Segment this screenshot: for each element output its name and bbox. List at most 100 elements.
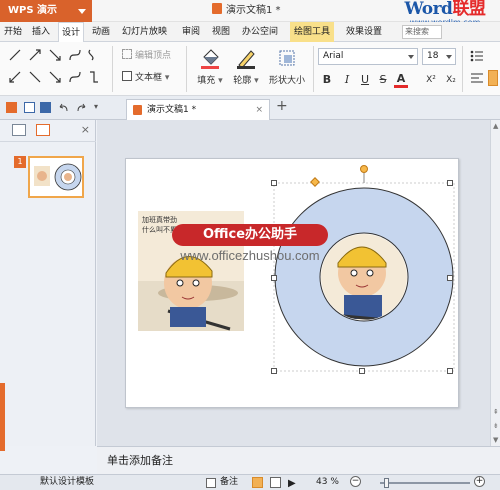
selected-ring-shape[interactable]: [272, 165, 458, 375]
align-center-button[interactable]: [488, 70, 498, 86]
slide-thumbnail-preview: [34, 163, 82, 191]
bold-button[interactable]: B: [320, 72, 334, 88]
tab-document-label: 演示文稿1 *: [147, 105, 197, 115]
menu-animation[interactable]: 动画: [92, 22, 110, 42]
save-icon[interactable]: [40, 102, 51, 113]
menu-insert[interactable]: 插入: [32, 22, 50, 42]
watermark-badge: Office办公助手: [172, 224, 328, 246]
outline-view-tab[interactable]: [12, 124, 26, 136]
slide-canvas: 加班真带劲 什么叫不累: [97, 120, 490, 446]
menu-slideshow[interactable]: 幻灯片放映: [122, 22, 167, 42]
slideshow-play-icon[interactable]: ▶: [288, 476, 296, 490]
close-icon[interactable]: ×: [81, 123, 90, 136]
font-color-button[interactable]: A: [394, 72, 408, 88]
menu-review[interactable]: 审阅: [182, 22, 200, 42]
chevron-down-icon: [446, 55, 452, 59]
resize-handle-se[interactable]: [447, 368, 453, 374]
outline-button[interactable]: 轮廓 ▾: [226, 45, 266, 93]
menu-office-space[interactable]: 办公空间: [242, 22, 278, 42]
design-template-label[interactable]: 默认设计模板: [40, 475, 94, 490]
zoom-slider-thumb[interactable]: [384, 478, 389, 488]
align-left-icon[interactable]: [470, 72, 484, 84]
open-folder-icon[interactable]: [24, 102, 35, 113]
notes-icon: [206, 478, 216, 488]
ribbon-separator: [462, 46, 463, 92]
resize-handle-sw[interactable]: [271, 368, 277, 374]
brand-lianmeng: 联盟: [452, 0, 486, 19]
next-slide-icon[interactable]: ⇟: [493, 422, 499, 430]
image-caption-line1: 加班真带劲: [142, 216, 177, 224]
brand-word: Word: [404, 0, 453, 19]
resize-handle-nw[interactable]: [271, 180, 277, 186]
scroll-up-icon[interactable]: ▲: [493, 122, 498, 130]
notes-toggle-button[interactable]: 备注: [220, 475, 238, 490]
strikethrough-button[interactable]: S: [376, 72, 390, 88]
search-input[interactable]: 来搜索: [402, 25, 442, 39]
resize-handle-e[interactable]: [447, 275, 453, 281]
normal-view-icon[interactable]: [252, 477, 263, 488]
slide-thumbnail[interactable]: [28, 156, 84, 198]
notes-area[interactable]: 单击添加备注: [97, 446, 500, 474]
pane-resize-handle[interactable]: [0, 383, 5, 451]
pane-header: ×: [0, 120, 96, 142]
underline-button[interactable]: U: [358, 72, 372, 88]
slide-sorter-icon[interactable]: [270, 477, 281, 488]
shape-size-label: 形状大小: [268, 76, 305, 86]
menu-effect-settings[interactable]: 效果设置: [346, 22, 382, 42]
shape-size-button[interactable]: 形状大小: [264, 45, 310, 93]
slide-thumbnail-pane: × 1: [0, 120, 96, 451]
new-file-icon[interactable]: [6, 102, 17, 113]
app-menu-label: WPS 演示: [8, 5, 58, 16]
pen-outline-icon: [235, 47, 257, 69]
shape-gallery[interactable]: [6, 46, 102, 90]
zoom-out-icon[interactable]: −: [350, 476, 361, 487]
zoom-in-icon[interactable]: +: [474, 476, 485, 487]
menu-view[interactable]: 视图: [212, 22, 230, 42]
redo-icon[interactable]: [76, 102, 87, 113]
vertical-scrollbar[interactable]: ▲ ⇞ ⇟ ▼: [490, 120, 500, 446]
resize-handle-w[interactable]: [271, 275, 277, 281]
fill-bucket-icon: [199, 47, 221, 69]
slide[interactable]: 加班真带劲 什么叫不累: [125, 158, 459, 408]
new-tab-button[interactable]: +: [276, 98, 288, 114]
font-name-value: Arial: [323, 51, 344, 61]
chevron-down-icon: [408, 55, 414, 59]
ribbon-separator: [112, 46, 113, 92]
zoom-slider-track[interactable]: [380, 482, 470, 484]
menu-drawing-tools[interactable]: 绘图工具: [290, 22, 335, 42]
watermark-url: www.officezhushou.com: [180, 248, 320, 263]
shape-gallery-icons: [9, 49, 98, 83]
bullet-list-icon[interactable]: [470, 50, 484, 62]
close-icon[interactable]: ×: [255, 100, 263, 120]
menu-start[interactable]: 开始: [4, 22, 22, 42]
resize-handle-ne[interactable]: [447, 180, 453, 186]
chevron-down-icon[interactable]: ▾: [94, 102, 105, 113]
app-menu-button[interactable]: WPS 演示: [0, 0, 92, 22]
subscript-button[interactable]: X₂: [442, 72, 460, 88]
ribbon-separator: [313, 46, 314, 92]
chevron-down-icon: [78, 9, 86, 14]
resize-handle-s[interactable]: [359, 368, 365, 374]
menu-bar: 开始 插入 设计 动画 幻灯片放映 审阅 视图 办公空间 绘图工具 效果设置 来…: [0, 22, 500, 43]
font-name-select[interactable]: Arial: [318, 48, 418, 65]
menu-design[interactable]: 设计: [58, 22, 85, 43]
previous-slide-icon[interactable]: ⇞: [493, 408, 499, 416]
superscript-button[interactable]: X²: [422, 72, 440, 88]
zoom-value: 43 %: [316, 477, 339, 487]
textbox-icon: [122, 71, 132, 81]
edit-vertex-button[interactable]: 编辑顶点: [122, 48, 171, 64]
edit-vertex-label: 编辑顶点: [135, 51, 172, 61]
scroll-down-icon[interactable]: ▼: [493, 436, 498, 444]
fill-button[interactable]: 填充 ▾: [190, 45, 230, 93]
undo-icon[interactable]: [58, 102, 69, 113]
tab-document[interactable]: 演示文稿1 * ×: [126, 99, 270, 120]
window-title-text: 演示文稿1 *: [226, 5, 281, 16]
italic-button[interactable]: I: [340, 72, 354, 88]
slides-view-tab[interactable]: [36, 124, 50, 136]
title-bar: WPS 演示 演示文稿1 * Word联盟 www.wordlm.com: [0, 0, 500, 27]
status-bar: 默认设计模板 备注 ▶ 43 % − +: [0, 474, 500, 490]
font-size-select[interactable]: 18: [422, 48, 456, 65]
textbox-button[interactable]: 文本框 ▾: [122, 70, 169, 86]
edit-vertex-icon: [122, 49, 132, 59]
shape-size-icon: [276, 47, 298, 69]
